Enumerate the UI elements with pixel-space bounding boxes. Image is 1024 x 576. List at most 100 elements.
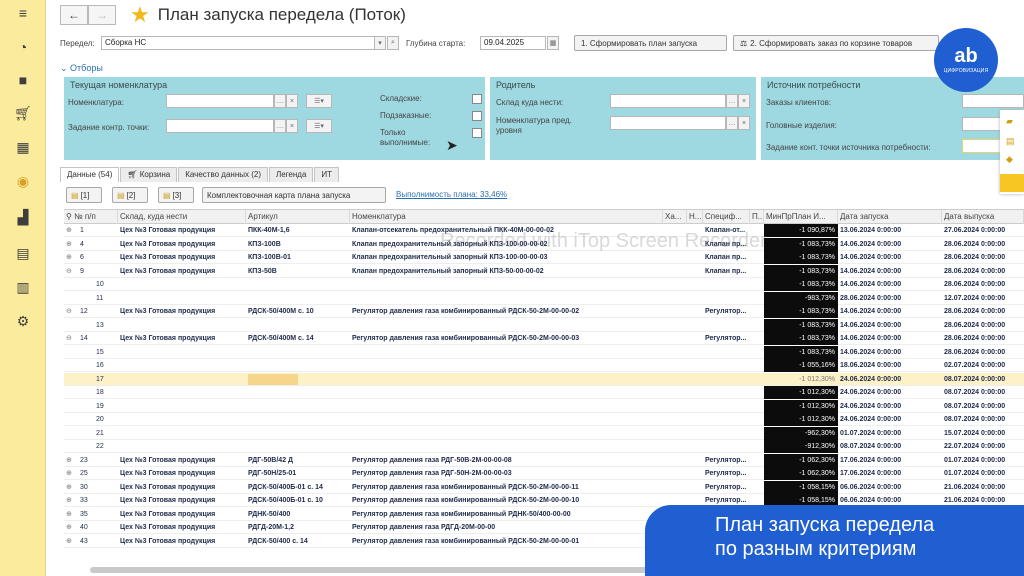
clear-button[interactable]: × (738, 116, 750, 130)
factory-icon[interactable]: ▟ (14, 208, 32, 226)
table-row[interactable]: ⊕ 30 Цех №3 Готовая продукция РДСК-50/400Б-… (64, 480, 1024, 494)
warehouse-checkbox[interactable] (472, 94, 482, 104)
table-row[interactable]: ⊖ 9 Цех №3 Готовая продукция КПЗ-50В Клапан … (64, 264, 1024, 278)
table-row[interactable]: 21 01.07.2024 0:00:00 15.07.2024 0:00:00 -9… (64, 426, 1024, 440)
nomenclature-field[interactable] (166, 94, 274, 108)
expand-icon[interactable]: ⊕ (66, 238, 80, 251)
col-nomenclature[interactable]: Номенклатура (350, 210, 663, 224)
row-number: 20 (96, 416, 104, 423)
depth-date-field[interactable]: 09.04.2025 (480, 36, 546, 50)
tab-cart-label: Корзина (139, 170, 171, 179)
reports-icon[interactable]: ▤ (14, 244, 32, 262)
expand-icon[interactable]: ⊕ (66, 494, 80, 507)
select-button[interactable]: … (726, 94, 738, 108)
col-start-date[interactable]: Дата запуска (838, 210, 942, 224)
col-min-plan[interactable]: МинПрПлан И... (764, 210, 838, 224)
client-orders-field[interactable] (962, 94, 1024, 108)
table-row[interactable]: 13 14.06.2024 0:00:00 28.06.2024 0:00:00 -1… (64, 318, 1024, 332)
list-select-button[interactable]: ☰▾ (306, 94, 332, 108)
parent-warehouse-field[interactable] (610, 94, 726, 108)
diamond-icon[interactable]: ◆ (1006, 154, 1018, 164)
bar-chart-icon[interactable]: ▥ (14, 278, 32, 296)
select-button[interactable]: … (726, 116, 738, 130)
table-row[interactable]: 20 24.06.2024 0:00:00 08.07.2024 0:00:00 -1… (64, 413, 1024, 426)
ordered-checkbox[interactable] (472, 111, 482, 121)
expand-icon[interactable]: ⊕ (66, 224, 80, 237)
level-2-button[interactable]: ▤ [2] (112, 187, 148, 203)
table-row[interactable]: ⊖ 12 Цех №3 Готовая продукция РДСК-50/400М … (64, 305, 1024, 318)
table-row[interactable]: ⊕ 23 Цех №3 Готовая продукция РДГ-50В/42 ДР… (64, 453, 1024, 467)
list-select-button[interactable]: ☰▾ (306, 119, 332, 133)
select-button[interactable]: … (274, 94, 286, 108)
table-row[interactable]: 18 24.06.2024 0:00:00 08.07.2024 0:00:00 -1… (64, 386, 1024, 399)
cell-article (246, 278, 350, 291)
bag-icon[interactable]: ■ (14, 71, 32, 89)
back-button[interactable]: ← (60, 5, 88, 25)
table-row[interactable]: ⊕ 25 Цех №3 Готовая продукция РДГ-50Н/25-01… (64, 467, 1024, 480)
horizontal-scrollbar[interactable] (90, 567, 660, 573)
table-row[interactable]: ⊖ 14 Цех №3 Готовая продукция РДСК-50/400М … (64, 332, 1024, 345)
col-spec[interactable]: Специф... (703, 210, 750, 224)
table-row[interactable]: 10 14.06.2024 0:00:00 28.06.2024 0:00:00 -1… (64, 278, 1024, 291)
expand-icon[interactable]: ⊕ (66, 454, 80, 467)
tab-legend[interactable]: Легенда (268, 167, 314, 182)
row-number: 6 (80, 254, 84, 261)
col-char[interactable]: Ха... (663, 210, 687, 224)
form-plan-button[interactable]: 1. Сформировать план запуска (574, 35, 727, 51)
table-row[interactable]: 22 08.07.2024 0:00:00 22.07.2024 0:00:00 -9… (64, 440, 1024, 453)
tab-data[interactable]: Данные (54) (60, 167, 120, 182)
pie-chart-icon[interactable]: ◔ (14, 38, 32, 56)
cell-min-plan-percent: -1 062,30% (764, 467, 838, 480)
col-warehouse[interactable]: Склад, куда нести (118, 210, 246, 224)
table-row[interactable]: 11 28.06.2024 0:00:00 12.07.2024 0:00:00 -9… (64, 291, 1024, 305)
favorite-star-icon[interactable]: ★ (130, 4, 150, 26)
peredel-open-button[interactable]: ⌕ (387, 36, 399, 50)
col-n[interactable]: Н... (687, 210, 703, 224)
completion-card-button[interactable]: Комплектовочная карта плана запуска (202, 187, 386, 203)
forward-button[interactable]: → (88, 5, 116, 25)
expand-icon[interactable]: ⊕ (66, 251, 80, 264)
circle-chart-icon[interactable]: ◉ (14, 172, 32, 190)
cell-num: ⊕ 35 (64, 508, 118, 521)
expand-icon[interactable]: ⊕ (66, 467, 80, 480)
menu-icon[interactable]: ≡ (14, 4, 32, 22)
grid-icon[interactable]: ▦ (14, 138, 32, 156)
form-order-button[interactable]: ⚖ 2. Сформировать заказ по корзине товаро… (733, 35, 939, 51)
clear-button[interactable]: × (286, 119, 298, 133)
col-article[interactable]: Артикул (246, 210, 350, 224)
expand-icon[interactable]: ⊕ (66, 535, 80, 548)
col-num[interactable]: ⚲ № п/п (64, 210, 118, 224)
expand-icon[interactable]: ⊕ (66, 481, 80, 494)
tab-data-quality[interactable]: Качество данных (2) (178, 167, 268, 182)
collapse-icon[interactable]: ⊖ (66, 332, 80, 345)
select-button[interactable]: … (274, 119, 286, 133)
only-feasible-checkbox[interactable] (472, 128, 482, 138)
col-p[interactable]: П... (750, 210, 764, 224)
expand-icon[interactable]: ⊕ (66, 508, 80, 521)
collapse-icon[interactable]: ⊖ (66, 305, 80, 318)
calendar-icon[interactable]: ▦ (547, 36, 559, 50)
expand-icon[interactable]: ⊕ (66, 521, 80, 534)
task-point-field[interactable] (166, 119, 274, 133)
level-1-button[interactable]: ▤ [1] (66, 187, 102, 203)
settings-icon[interactable]: ⚙ (14, 312, 32, 330)
clear-button[interactable]: × (286, 94, 298, 108)
cart-icon[interactable]: 🛒︎ (14, 104, 32, 122)
table-row[interactable]: 15 14.06.2024 0:00:00 28.06.2024 0:00:00 -1… (64, 345, 1024, 359)
parent-nomenclature-field[interactable] (610, 116, 726, 130)
feasibility-link[interactable]: Выполнимость плана: 33,46% (396, 190, 507, 199)
level-3-button[interactable]: ▤ [3] (158, 187, 194, 203)
tab-cart[interactable]: 🛒︎ Корзина (120, 167, 178, 182)
tab-it[interactable]: ИТ (314, 167, 340, 182)
col-end-date[interactable]: Дата выпуска (942, 210, 1024, 224)
collapse-icon[interactable]: ⊖ (66, 265, 80, 278)
table-row[interactable]: 16 18.06.2024 0:00:00 02.07.2024 0:00:00 -1… (64, 359, 1024, 372)
table-row[interactable]: 17 24.06.2024 0:00:00 08.07.2024 0:00:00 -1… (64, 372, 1024, 386)
table-row[interactable]: 19 24.06.2024 0:00:00 08.07.2024 0:00:00 -1… (64, 399, 1024, 413)
filters-toggle[interactable]: ⌄ Отборы (60, 63, 103, 74)
peredel-field[interactable]: Сборка НС (101, 36, 375, 50)
document-icon[interactable]: ▤ (1006, 136, 1018, 146)
clear-button[interactable]: × (738, 94, 750, 108)
folder-icon[interactable]: ▰ (1006, 116, 1018, 126)
peredel-dropdown-button[interactable]: ▾ (374, 36, 386, 50)
